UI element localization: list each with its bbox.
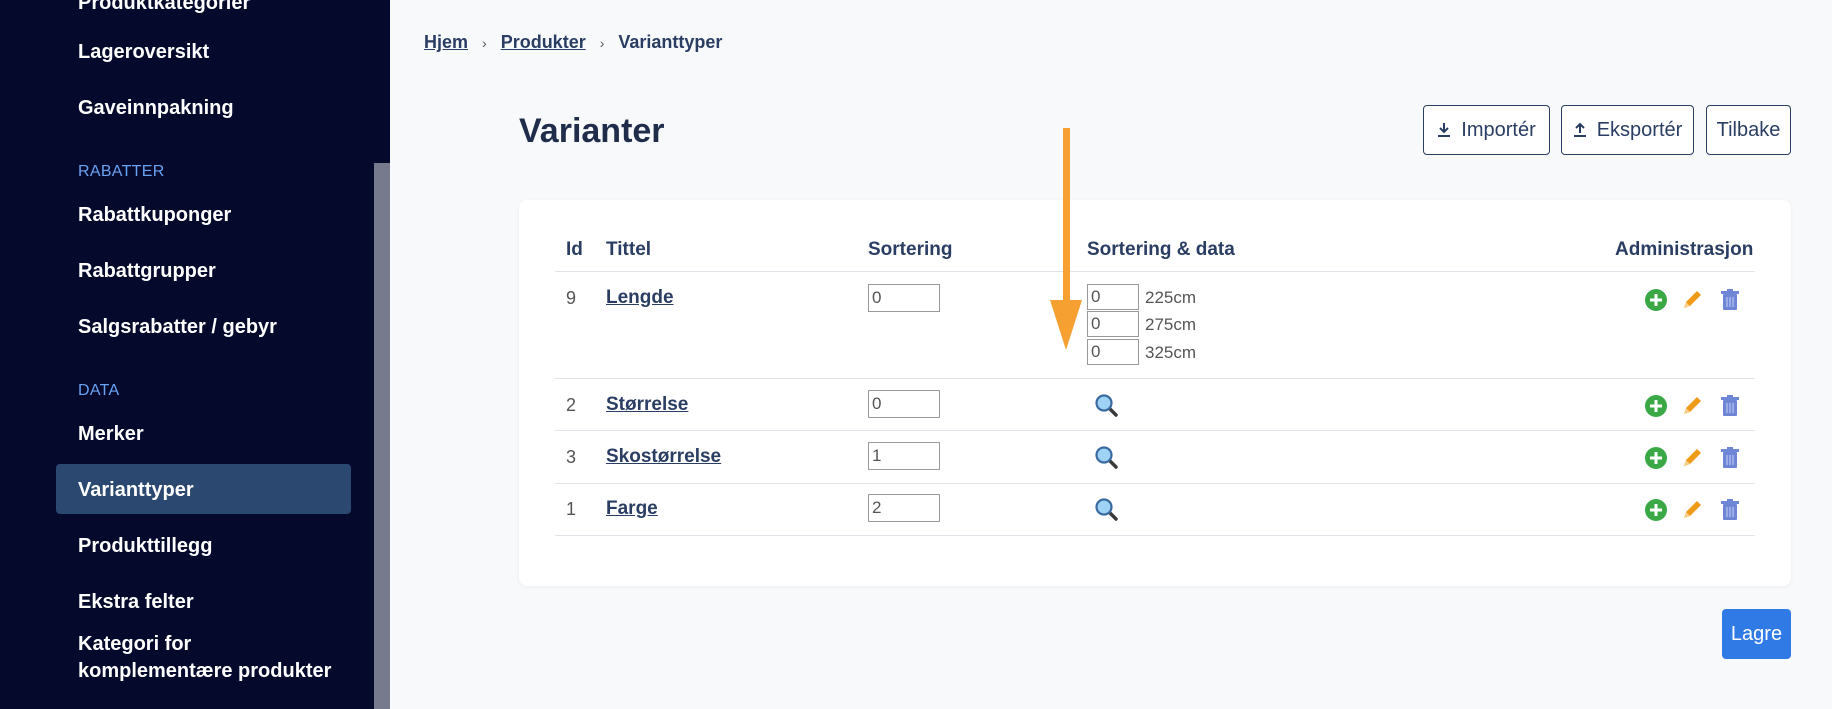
- sidebar-item-lageroversikt[interactable]: Lageroversikt: [78, 39, 209, 65]
- table-divider: [555, 535, 1755, 536]
- value-label: 275cm: [1145, 315, 1197, 334]
- sidebar-scrollbar[interactable]: [374, 163, 390, 709]
- row-id: 2: [566, 395, 577, 415]
- add-icon[interactable]: [1644, 446, 1668, 470]
- import-button-label: Importér: [1461, 118, 1536, 141]
- row-title-link[interactable]: Skostørrelse: [606, 446, 721, 468]
- import-button[interactable]: Importér: [1423, 105, 1550, 155]
- row-id: 3: [566, 447, 577, 467]
- page-title: Varianter: [519, 112, 665, 150]
- upload-icon: [1573, 122, 1586, 137]
- column-header-sort: Sortering: [868, 239, 953, 260]
- trash-icon[interactable]: [1718, 394, 1742, 418]
- sidebar-item-kategori-komplementaere[interactable]: Kategori for komplementære produkter: [78, 631, 331, 684]
- section-label-data: DATA: [78, 382, 120, 399]
- pencil-icon[interactable]: [1680, 394, 1704, 418]
- pencil-icon[interactable]: [1680, 446, 1704, 470]
- table-divider: [555, 483, 1755, 484]
- value-label: 325cm: [1145, 343, 1197, 362]
- export-button[interactable]: Eksportér: [1561, 105, 1694, 155]
- add-icon[interactable]: [1644, 498, 1668, 522]
- row-id: 9: [566, 288, 577, 308]
- chevron-right-icon: ›: [482, 34, 487, 51]
- magnifier-icon[interactable]: [1094, 393, 1118, 417]
- magnifier-icon[interactable]: [1094, 445, 1118, 469]
- sidebar-item-label-line1: Kategori for: [78, 633, 192, 655]
- sidebar-item-label-line2: komplementære produkter: [78, 660, 332, 682]
- sidebar-item-merker[interactable]: Merker: [78, 421, 144, 447]
- sidebar-item-produkttillegg[interactable]: Produkttillegg: [78, 533, 212, 559]
- table-divider: [555, 271, 1755, 272]
- annotation-arrow-icon: [1050, 128, 1082, 350]
- sidebar-item-produktkategorier[interactable]: Produktkategorier: [78, 0, 250, 16]
- row-sort-input[interactable]: 2: [868, 494, 940, 522]
- sidebar-item-rabattkuponger[interactable]: Rabattkuponger: [78, 202, 231, 228]
- row-sort-input[interactable]: 1: [868, 442, 940, 470]
- value-label: 225cm: [1145, 288, 1197, 307]
- breadcrumb: Hjem › Produkter › Varianttyper: [424, 32, 722, 53]
- breadcrumb-current: Varianttyper: [618, 32, 723, 52]
- back-button[interactable]: Tilbake: [1706, 105, 1791, 155]
- sidebar-item-rabattgrupper[interactable]: Rabattgrupper: [78, 258, 216, 284]
- column-header-id: Id: [566, 239, 583, 260]
- trash-icon[interactable]: [1718, 498, 1742, 522]
- sidebar: Produktkategorier Lageroversikt Gaveinnp…: [0, 0, 390, 709]
- sidebar-item-ekstra-felter[interactable]: Ekstra felter: [78, 589, 194, 615]
- row-sort-input[interactable]: 0: [868, 390, 940, 418]
- magnifier-icon[interactable]: [1094, 497, 1118, 521]
- download-icon: [1438, 123, 1451, 137]
- column-header-sort-data: Sortering & data: [1087, 239, 1235, 260]
- row-sort-input[interactable]: 0: [868, 284, 940, 312]
- breadcrumb-products-link[interactable]: Produkter: [501, 32, 586, 53]
- column-header-title: Tittel: [606, 239, 652, 260]
- row-title-link[interactable]: Størrelse: [606, 394, 688, 416]
- trash-icon[interactable]: [1718, 446, 1742, 470]
- chevron-right-icon: ›: [599, 34, 605, 51]
- row-title-link[interactable]: Lengde: [606, 287, 674, 309]
- value-sort-input[interactable]: 0: [1087, 284, 1139, 310]
- table-divider: [555, 378, 1755, 379]
- add-icon[interactable]: [1644, 394, 1668, 418]
- section-label-rabatter: RABATTER: [78, 163, 165, 180]
- sidebar-item-varianttyper[interactable]: Varianttyper: [78, 477, 194, 503]
- column-header-admin: Administrasjon: [1615, 239, 1754, 260]
- value-sort-input[interactable]: 0: [1087, 311, 1139, 337]
- add-icon[interactable]: [1644, 288, 1668, 312]
- pencil-icon[interactable]: [1680, 288, 1704, 312]
- save-button[interactable]: Lagre: [1722, 609, 1791, 659]
- row-id: 1: [566, 499, 577, 519]
- export-button-label: Eksportér: [1596, 118, 1683, 141]
- sidebar-item-salgsrabatter[interactable]: Salgsrabatter / gebyr: [78, 314, 277, 340]
- trash-icon[interactable]: [1718, 288, 1742, 312]
- value-sort-input[interactable]: 0: [1087, 339, 1139, 365]
- breadcrumb-home-link[interactable]: Hjem: [424, 32, 468, 53]
- table-divider: [555, 430, 1755, 431]
- row-title-link[interactable]: Farge: [606, 498, 658, 520]
- pencil-icon[interactable]: [1680, 498, 1704, 522]
- sidebar-item-gaveinnpakning[interactable]: Gaveinnpakning: [78, 95, 234, 121]
